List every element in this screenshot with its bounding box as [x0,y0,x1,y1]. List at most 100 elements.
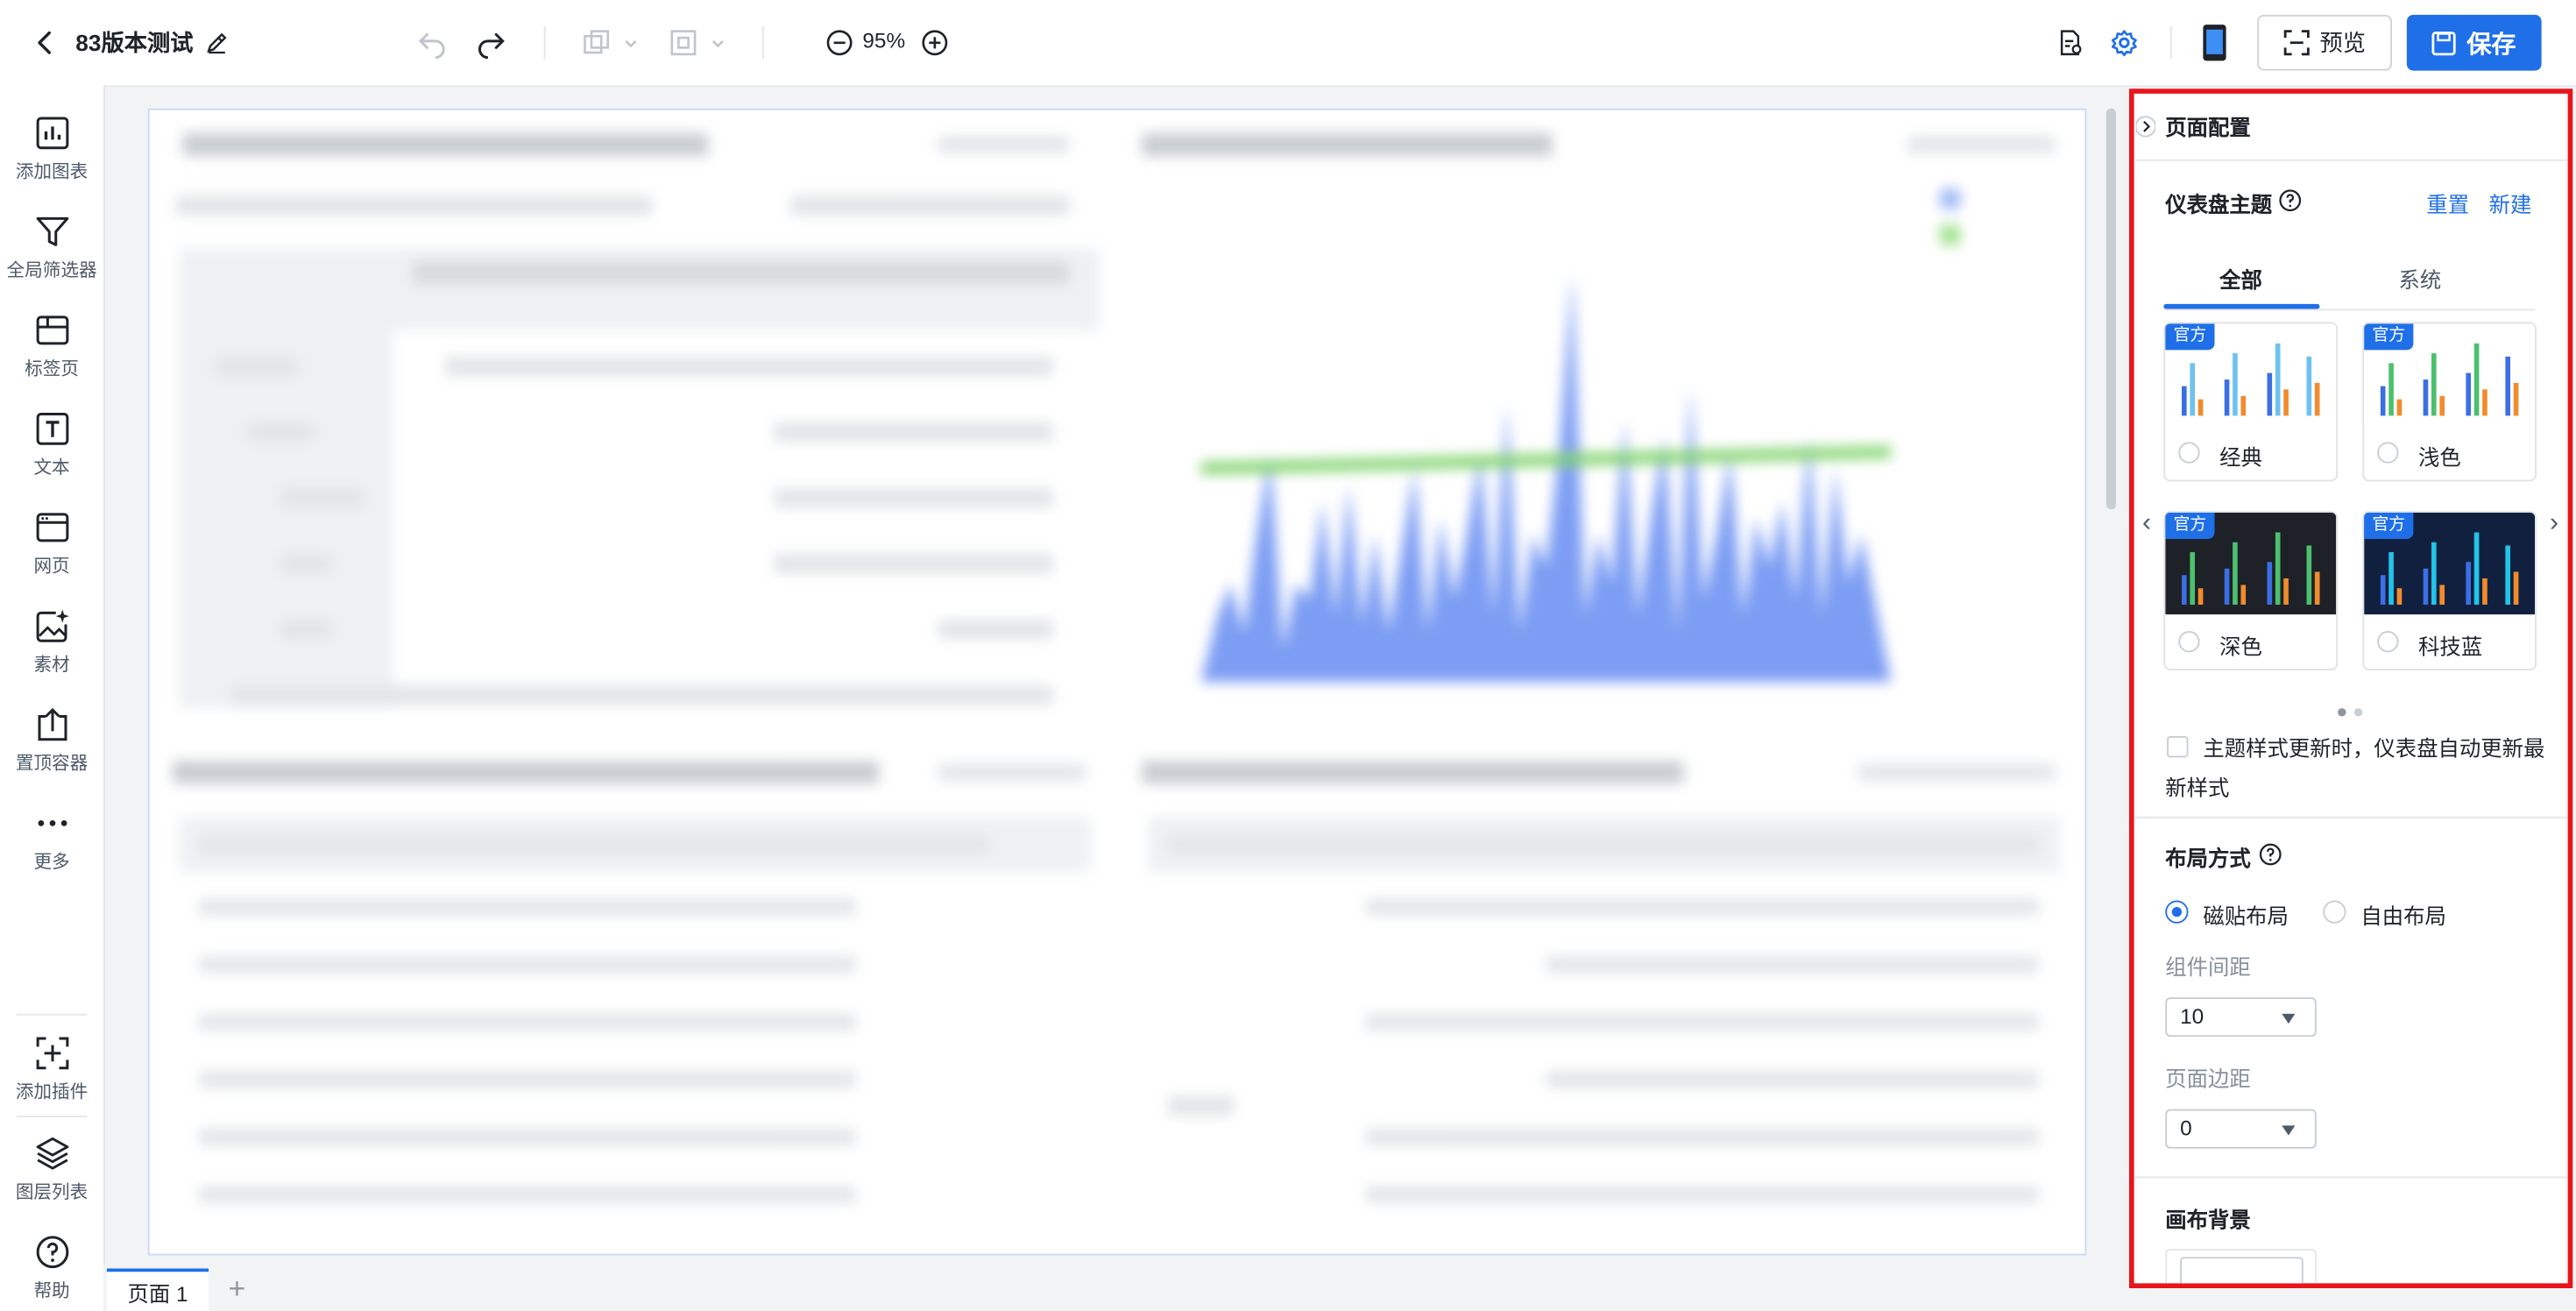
more-label: 更多 [33,853,70,873]
add-chart-label: 添加图表 [15,162,88,183]
widget-merged-table[interactable] [1136,751,2072,1244]
theme-radio[interactable] [2377,442,2399,464]
back-icon[interactable] [30,28,60,58]
tab-system[interactable]: 系统 [2399,263,2442,294]
dashboard-canvas[interactable] [147,108,2087,1256]
caret-down-icon [2282,1013,2296,1024]
layout-section-title: 布局方式 [2165,846,2251,871]
page-tab-bar: 页面 1 + [103,1265,2128,1311]
layout-help-icon[interactable] [2259,843,2282,875]
webpage-label: 网页 [33,556,70,578]
global-filter-label: 全局筛选器 [6,261,97,281]
edit-title-icon[interactable] [204,30,230,56]
widget-bar-line-chart[interactable] [1136,124,2072,715]
theme-radio[interactable] [2377,631,2399,653]
official-badge: 官方 [2364,323,2414,351]
canvas-background-title: 画布背景 [2165,1208,2251,1233]
theme-card-classic[interactable]: 官方 经典 [2163,322,2339,482]
pin-top-container-icon [32,705,72,744]
collapse-panel-icon[interactable] [2134,113,2156,139]
free-layout-label: 自由布局 [2360,904,2446,929]
dashboard-title[interactable]: 83版本测试 [75,26,193,60]
more-icon [32,804,72,843]
theme-name: 浅色 [2418,445,2461,471]
widget-pivot-table[interactable] [166,124,1102,715]
page-config-panel: 页面配置 仪表盘主题 重置 新建 全部 系统 ‹ › 官方 经典 官方 浅色 官… [2129,89,2573,1288]
carousel-dots[interactable] [2338,695,2371,725]
pin-top-container-label: 置顶容器 [15,754,88,775]
tile-layout-radio[interactable] [2165,900,2189,924]
webpage-icon [32,507,72,547]
top-bar: 83版本测试 95% 预览 保存 [0,0,2576,88]
bar-chart-icon [32,113,72,152]
webpage-button[interactable]: 网页 [0,507,103,578]
layer-list-button[interactable]: 图层列表 [0,1134,103,1205]
undo-icon[interactable] [415,26,449,60]
official-badge: 官方 [2364,513,2414,539]
free-layout-radio[interactable] [2323,900,2346,924]
preview-button[interactable]: 预览 [2257,14,2392,71]
blurred-widgets [150,110,2085,1254]
tile-layout-label: 磁贴布局 [2203,904,2289,929]
theme-section-title: 仪表盘主题 [2165,192,2273,217]
align-dropdown-icon[interactable] [669,28,728,58]
reset-theme-link[interactable]: 重置 [2426,188,2469,219]
copy-dropdown-icon[interactable] [582,28,641,58]
more-button[interactable]: 更多 [0,804,103,875]
theme-card-tech-blue[interactable]: 官方 科技蓝 [2362,511,2537,670]
help-label: 帮助 [33,1281,70,1302]
filter-icon [32,212,72,252]
theme-radio[interactable] [2178,631,2200,653]
text-label: 文本 [33,458,70,478]
text-button[interactable]: 文本 [0,409,103,480]
add-plugin-button[interactable]: 添加插件 [0,1033,103,1104]
background-color-swatch[interactable] [2180,1257,2304,1284]
page-tab[interactable]: 页面 1 [106,1268,209,1311]
add-page-button[interactable]: + [229,1272,246,1306]
add-plugin-label: 添加插件 [15,1082,88,1103]
image-material-icon [32,606,72,646]
save-icon [2432,31,2457,55]
save-label: 保存 [2466,30,2516,59]
material-button[interactable]: 素材 [0,606,103,677]
zoom-out-icon[interactable] [824,28,854,58]
official-badge: 官方 [2165,513,2215,539]
redo-icon[interactable] [475,26,508,60]
tab-page-button[interactable]: 标签页 [0,310,103,381]
spacing-select[interactable]: 10 [2165,997,2317,1038]
canvas-scrollbar[interactable] [2105,108,2116,510]
new-theme-link[interactable]: 新建 [2489,188,2532,219]
theme-card-light[interactable]: 官方 浅色 [2362,322,2537,482]
zoom-in-icon[interactable] [920,28,950,58]
theme-help-icon[interactable] [2279,189,2302,221]
add-plugin-icon [32,1033,72,1073]
section-divider [2134,816,2568,818]
save-button[interactable]: 保存 [2406,14,2542,71]
toolbar-divider [16,1116,88,1117]
component-toolbar: 添加图表 全局筛选器 标签页 文本 网页 素材 置顶容器 更多 添加插件 图层列… [0,85,105,1311]
auto-update-checkbox[interactable] [2167,736,2189,758]
theme-name: 科技蓝 [2418,634,2483,659]
widget-data-table[interactable] [166,751,1102,1244]
tab-all[interactable]: 全部 [2219,263,2262,294]
preview-fullscreen-icon [2283,30,2310,56]
help-icon [32,1232,72,1272]
auto-update-label: 主题样式更新时，仪表盘自动更新最 [2203,736,2545,762]
pin-top-container-button[interactable]: 置顶容器 [0,705,103,776]
global-filter-button[interactable]: 全局筛选器 [0,212,103,283]
add-chart-button[interactable]: 添加图表 [0,113,103,184]
mobile-layout-icon[interactable] [2200,23,2230,62]
gear-icon[interactable] [2110,28,2140,58]
preview-label: 预览 [2319,29,2367,56]
spacing-label: 组件间距 [2165,954,2251,980]
layer-list-label: 图层列表 [15,1183,88,1203]
theme-card-dark[interactable]: 官方 深色 [2163,511,2339,670]
theme-name: 经典 [2219,445,2262,471]
page-margin-label: 页面边距 [2165,1066,2251,1091]
chevron-right-icon[interactable]: › [2550,509,2558,539]
document-settings-icon[interactable] [2056,28,2085,58]
page-margin-select[interactable]: 0 [2165,1109,2317,1149]
chevron-left-icon[interactable]: ‹ [2142,509,2151,539]
help-button[interactable]: 帮助 [0,1232,103,1303]
theme-radio[interactable] [2178,442,2200,464]
